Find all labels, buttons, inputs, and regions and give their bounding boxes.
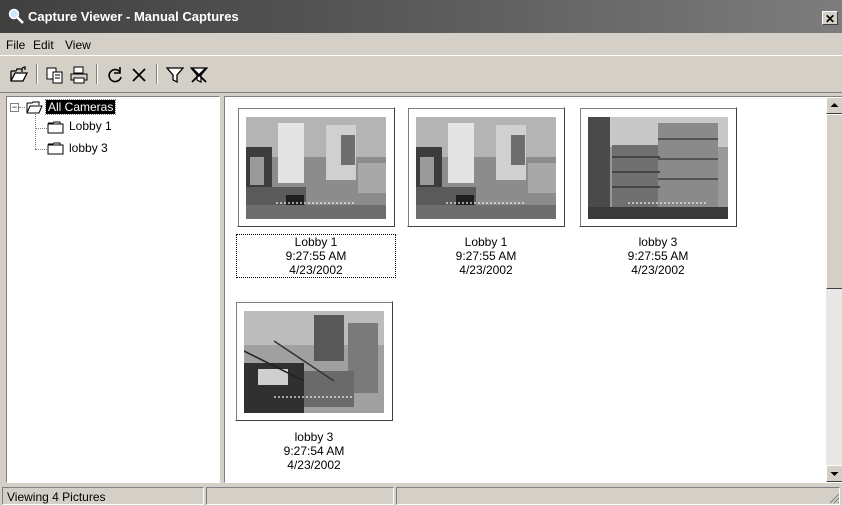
toolbar [0,55,842,93]
lobby-office-image [246,117,386,219]
clear-filter-button[interactable] [188,64,210,86]
open-button[interactable] [8,64,30,86]
menu-view[interactable]: View [65,38,91,52]
caption-date: 4/23/2002 [631,263,685,277]
caption-camera: Lobby 1 [294,235,338,249]
folder-icon [47,121,64,134]
thumbnail-view[interactable]: Lobby 1 9:27:55 AM 4/23/2002 Lobby 1 9:2… [224,96,842,483]
open-folder-icon [10,66,28,82]
paper-stacks-image [588,117,728,219]
menu-bar: File Edit View [0,33,842,55]
status-bar: Viewing 4 Pictures [0,485,842,506]
vertical-scrollbar[interactable] [826,97,842,482]
refresh-icon [108,67,122,83]
status-cell-2 [206,487,394,505]
collapse-toggle[interactable]: − [10,103,19,112]
caption-time: 9:27:55 AM [455,249,517,263]
toolbar-separator [156,64,158,84]
caption-date: 4/23/2002 [459,263,513,277]
caption-camera: lobby 3 [638,235,678,249]
resize-grip-icon[interactable] [828,492,840,504]
toolbar-separator [36,64,38,84]
caption-camera: Lobby 1 [464,235,508,249]
title-bar: Capture Viewer - Manual Captures ✕ [0,0,842,33]
tree-item-lobby-1[interactable]: Lobby 1 [69,119,112,133]
camera-tree[interactable]: − All Cameras Lobby 1 lobby 3 [6,96,220,483]
open-folder-icon [26,101,43,114]
caption-date: 4/23/2002 [287,458,341,472]
status-cell-3 [396,487,840,505]
close-button[interactable]: ✕ [822,11,838,26]
thumbnail-frame [235,301,393,421]
caption-date: 4/23/2002 [289,263,343,277]
thumbnail-item[interactable] [237,107,397,227]
thumbnail-frame [579,107,737,227]
clear-filter-icon [190,67,208,83]
arrow-down-icon [830,472,839,476]
status-text: Viewing 4 Pictures [2,487,204,505]
copy-icon [46,67,63,84]
thumbnail-item[interactable] [235,301,395,421]
tree-line [35,128,47,129]
tree-item-all-cameras[interactable]: All Cameras [44,99,117,115]
caption-camera: lobby 3 [294,430,334,444]
caption-time: 9:27:55 AM [285,249,347,263]
thumbnail-caption: Lobby 1 9:27:55 AM 4/23/2002 [236,234,396,278]
folder-icon [47,142,64,155]
tree-line [35,114,36,149]
tree-line [35,149,47,150]
workbench-image [244,311,384,413]
menu-edit[interactable]: Edit [33,38,54,52]
filter-icon [166,67,184,84]
thumbnail-frame [237,107,395,227]
scroll-down-button[interactable] [826,465,842,482]
caption-time: 9:27:55 AM [627,249,689,263]
thumbnail-caption: lobby 3 9:27:54 AM 4/23/2002 [235,430,393,472]
scroll-up-button[interactable] [826,97,842,114]
filter-button[interactable] [164,64,186,86]
delete-icon [132,68,146,82]
thumbnail-item[interactable] [407,107,567,227]
refresh-button[interactable] [104,64,126,86]
close-icon: ✕ [824,12,836,26]
tree-line [19,107,25,108]
scroll-thumb[interactable] [826,114,842,289]
window-title: Capture Viewer - Manual Captures [28,9,239,24]
thumbnail-caption: Lobby 1 9:27:55 AM 4/23/2002 [407,235,565,277]
thumbnail-item[interactable] [579,107,739,227]
tree-item-lobby-3[interactable]: lobby 3 [69,141,108,155]
arrow-up-icon [830,103,839,107]
menu-file[interactable]: File [6,38,25,52]
toolbar-separator [96,64,98,84]
thumbnail-caption: lobby 3 9:27:55 AM 4/23/2002 [579,235,737,277]
print-icon [70,66,88,84]
caption-time: 9:27:54 AM [283,444,345,458]
copy-button[interactable] [44,64,66,86]
print-button[interactable] [68,64,90,86]
lobby-office-image [416,117,556,219]
thumbnail-frame [407,107,565,227]
delete-button[interactable] [128,64,150,86]
magnifier-app-icon [8,8,24,24]
